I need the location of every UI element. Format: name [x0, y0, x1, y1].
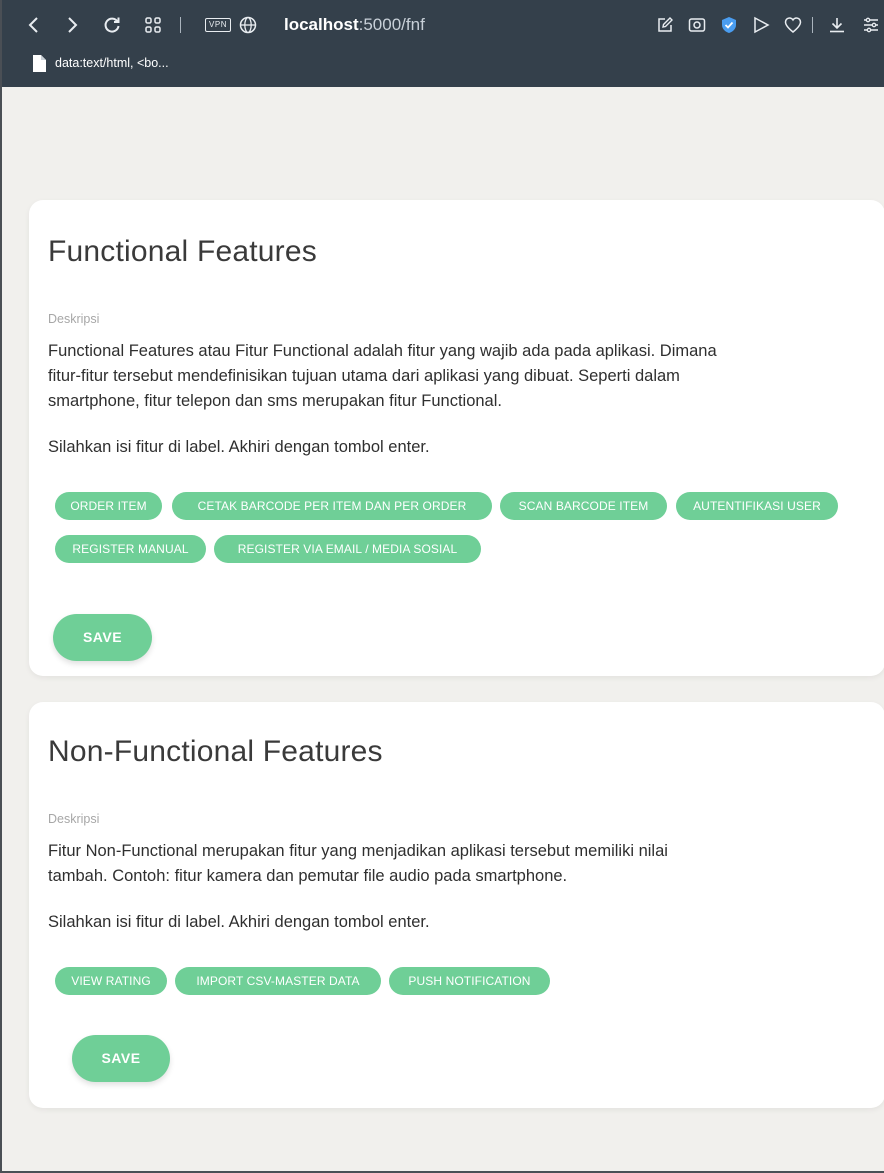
menu-icon[interactable]	[860, 10, 882, 40]
browser-window: VPN localhost:5000/fnf data:text/html, <…	[0, 0, 884, 1173]
tab-strip: data:text/html, <bo...	[2, 53, 884, 77]
description-text: Fitur Non-Functional merupakan fitur yan…	[48, 839, 853, 889]
back-icon[interactable]	[24, 10, 44, 40]
feature-tag[interactable]: ORDER ITEM	[55, 492, 162, 520]
card-title: Functional Features	[48, 235, 317, 268]
description-label: Deskripsi	[48, 812, 100, 826]
edit-icon[interactable]	[654, 10, 676, 40]
url-host: localhost	[284, 15, 359, 34]
document-icon	[32, 55, 46, 77]
feature-tag[interactable]: REGISTER MANUAL	[55, 535, 206, 563]
address-bar[interactable]: localhost:5000/fnf	[284, 15, 425, 35]
feature-tag[interactable]: PUSH NOTIFICATION	[389, 967, 550, 995]
forward-icon[interactable]	[62, 10, 82, 40]
save-button[interactable]: SAVE	[72, 1035, 170, 1082]
feature-tag[interactable]: CETAK BARCODE PER ITEM DAN PER ORDER	[172, 492, 492, 520]
toolbar-divider	[180, 17, 181, 33]
url-path: :5000/fnf	[358, 15, 425, 34]
functional-features-card: Functional Features Deskripsi Functional…	[29, 200, 884, 676]
feature-tag[interactable]: VIEW RATING	[55, 967, 167, 995]
description-line: smartphone, fitur telepon dan sms merupa…	[48, 392, 502, 410]
toolbar-divider	[812, 17, 813, 33]
input-hint: Silahkan isi fitur di label. Akhiri deng…	[48, 438, 430, 456]
description-line: fitur-fitur tersebut mendefinisikan tuju…	[48, 367, 680, 385]
browser-toolbar: VPN localhost:5000/fnf data:text/html, <…	[2, 0, 884, 87]
input-hint: Silahkan isi fitur di label. Akhiri deng…	[48, 913, 430, 931]
feature-tag[interactable]: AUTENTIFIKASI USER	[676, 492, 838, 520]
shield-check-icon[interactable]	[718, 10, 740, 40]
screenshot-icon[interactable]	[686, 10, 708, 40]
heart-icon[interactable]	[782, 10, 804, 40]
description-line: tambah. Contoh: fitur kamera dan pemutar…	[48, 867, 568, 885]
description-line: Fitur Non-Functional merupakan fitur yan…	[48, 842, 668, 860]
download-icon[interactable]	[826, 10, 848, 40]
description-text: Functional Features atau Fitur Functiona…	[48, 339, 853, 414]
tab-title[interactable]: data:text/html, <bo...	[55, 56, 169, 70]
tabs-grid-icon[interactable]	[142, 10, 164, 40]
description-line: Functional Features atau Fitur Functiona…	[48, 342, 717, 360]
description-label: Deskripsi	[48, 312, 100, 326]
feature-tag[interactable]: REGISTER VIA EMAIL / MEDIA SOSIAL	[214, 535, 481, 563]
reload-icon[interactable]	[101, 10, 123, 40]
globe-icon[interactable]	[237, 10, 259, 40]
card-title: Non-Functional Features	[48, 735, 383, 768]
save-button[interactable]: SAVE	[53, 614, 152, 661]
send-icon[interactable]	[750, 10, 772, 40]
feature-tag[interactable]: IMPORT CSV-MASTER DATA	[175, 967, 381, 995]
non-functional-features-card: Non-Functional Features Deskripsi Fitur …	[29, 702, 884, 1108]
vpn-icon[interactable]: VPN	[205, 18, 231, 32]
navigation-row: VPN localhost:5000/fnf	[2, 8, 884, 42]
feature-tag[interactable]: SCAN BARCODE ITEM	[500, 492, 667, 520]
